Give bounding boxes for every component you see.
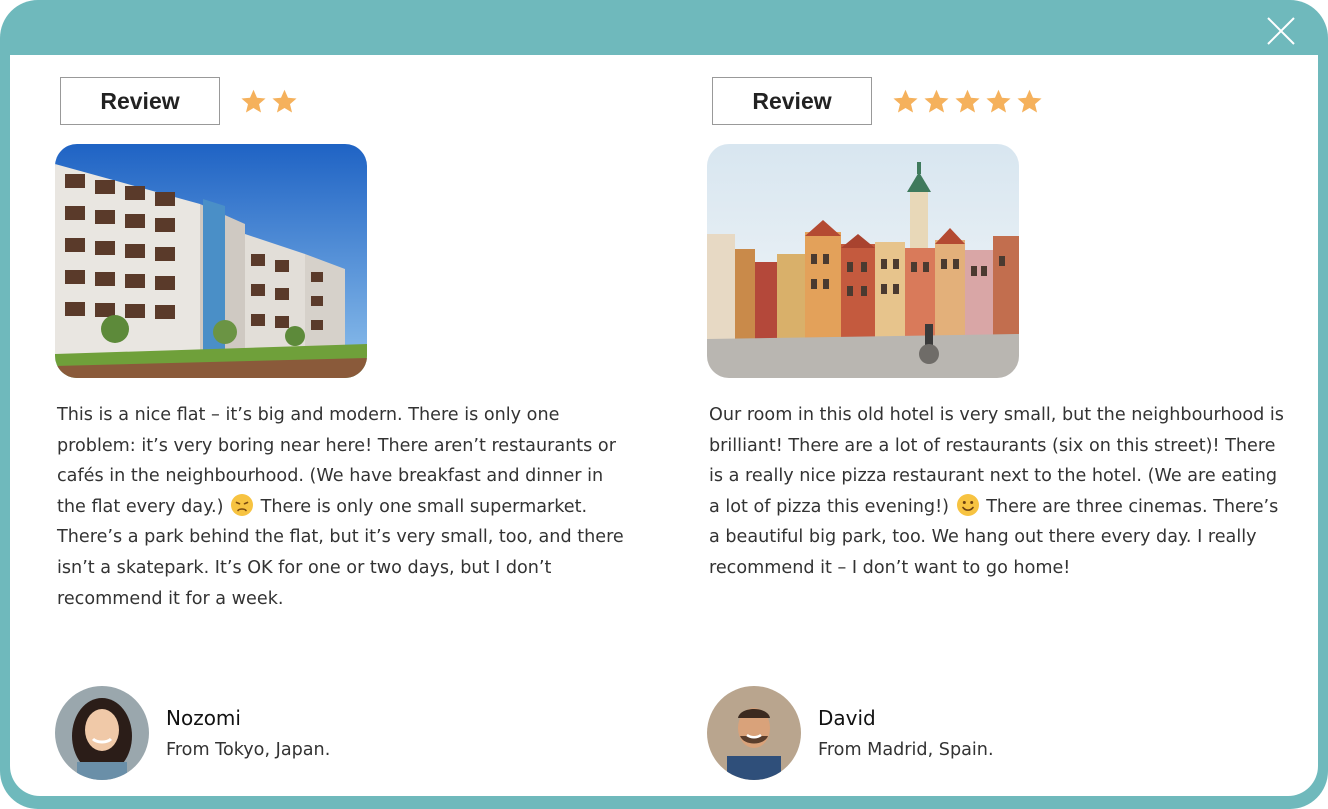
author-origin: From Madrid, Spain.: [818, 740, 994, 760]
star-rating: [892, 88, 1047, 115]
star-icon: [923, 88, 950, 115]
star-icon: [954, 88, 981, 115]
review-text: This is a nice flat – it’s big and moder…: [57, 400, 637, 614]
star-icon: [1016, 88, 1043, 115]
author-origin: From Tokyo, Japan.: [166, 740, 331, 760]
author-name: David: [818, 706, 876, 730]
modal-content: Review This is a nice flat – it’s big an…: [10, 55, 1318, 796]
review-author: Nozomi From Tokyo, Japan.: [55, 686, 330, 780]
avatar: [707, 686, 801, 780]
star-icon: [240, 88, 267, 115]
disappointed-face-icon: [230, 493, 254, 517]
apartment-building-image: [55, 144, 367, 378]
old-town-square-image: [707, 144, 1019, 378]
review-author: David From Madrid, Spain.: [707, 686, 994, 780]
review-modal: Review This is a nice flat – it’s big an…: [0, 0, 1328, 809]
author-name: Nozomi: [166, 706, 241, 730]
star-icon: [985, 88, 1012, 115]
review-label: Review: [60, 77, 220, 125]
star-icon: [892, 88, 919, 115]
review-header: Review: [60, 77, 302, 125]
review-header: Review: [712, 77, 1047, 125]
review-text: Our room in this old hotel is very small…: [709, 400, 1289, 584]
star-rating: [240, 88, 302, 115]
close-icon[interactable]: [1264, 14, 1298, 48]
avatar: [55, 686, 149, 780]
review-label: Review: [712, 77, 872, 125]
smiling-face-icon: [956, 493, 980, 517]
star-icon: [271, 88, 298, 115]
